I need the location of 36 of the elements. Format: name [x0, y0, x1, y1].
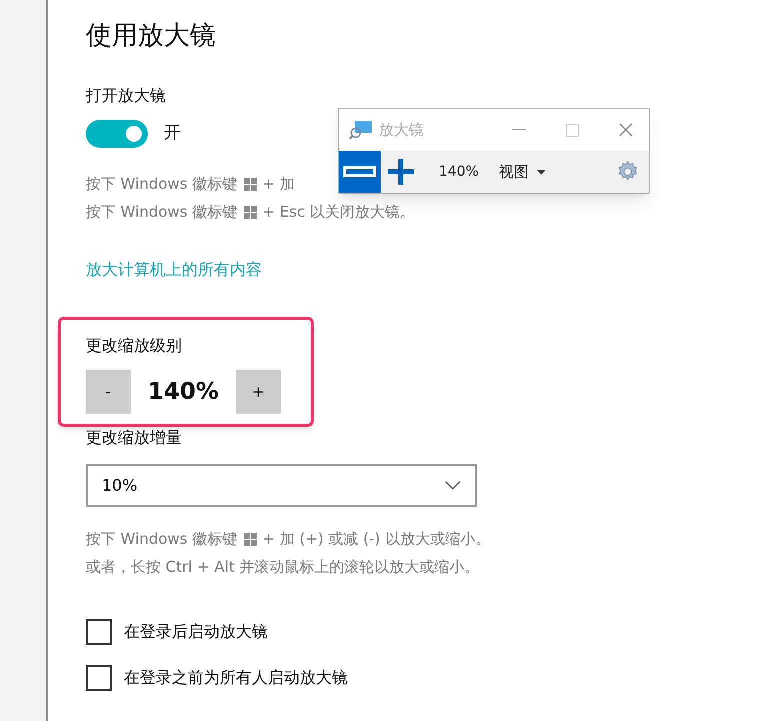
hint-text: 按下 Windows 徽标键 — [86, 202, 238, 223]
toggle-switch[interactable] — [86, 120, 148, 148]
toggle-label: 打开放大镜 — [86, 85, 167, 107]
hint-text: + 加 (+) 或减 (-) 以放大或缩小。 — [262, 529, 490, 550]
settings-icon[interactable] — [617, 161, 639, 183]
window-title: 放大镜 — [379, 120, 424, 141]
checkbox-label: 在登录后启动放大镜 — [124, 621, 268, 643]
zoom-increment-dropdown[interactable]: 10% — [86, 464, 477, 507]
zoom-percentage: 140% — [439, 162, 480, 182]
page-title: 使用放大镜 — [86, 20, 217, 53]
zoom-level-label: 更改缩放级别 — [86, 335, 183, 357]
windows-key-icon — [244, 532, 256, 546]
zoom-level-value: 140% — [146, 378, 220, 407]
plus-icon — [386, 157, 416, 187]
close-icon[interactable] — [619, 123, 633, 137]
hint-text: 或者，长按 Ctrl + Alt 并滚动鼠标上的滚轮以放大或缩小。 — [86, 557, 481, 578]
hint-text: + 加 — [262, 174, 295, 195]
zoom-out-button[interactable]: - — [86, 370, 131, 414]
chevron-down-icon — [445, 481, 461, 490]
hint-text: 按下 Windows 徽标键 — [86, 174, 238, 195]
magnifier-app-icon — [349, 120, 373, 140]
zoom-increment-label: 更改缩放增量 — [86, 427, 183, 449]
zoom-out-button[interactable] — [339, 151, 381, 193]
view-menu[interactable]: 视图 — [499, 160, 546, 184]
checkbox[interactable] — [86, 619, 112, 645]
toggle-state: 开 — [164, 122, 181, 146]
hint-text: 按下 Windows 徽标键 — [86, 529, 238, 550]
zoom-in-button[interactable]: + — [236, 370, 281, 414]
windows-key-icon — [244, 206, 256, 218]
minimize-icon[interactable] — [512, 129, 526, 131]
windows-key-icon — [244, 178, 256, 190]
caret-icon — [537, 170, 546, 174]
checkbox[interactable] — [86, 665, 112, 691]
minus-icon — [343, 166, 377, 178]
hint-text: + Esc 以关闭放大镜。 — [262, 202, 416, 223]
checkbox-label: 在登录之前为所有人启动放大镜 — [124, 667, 348, 689]
